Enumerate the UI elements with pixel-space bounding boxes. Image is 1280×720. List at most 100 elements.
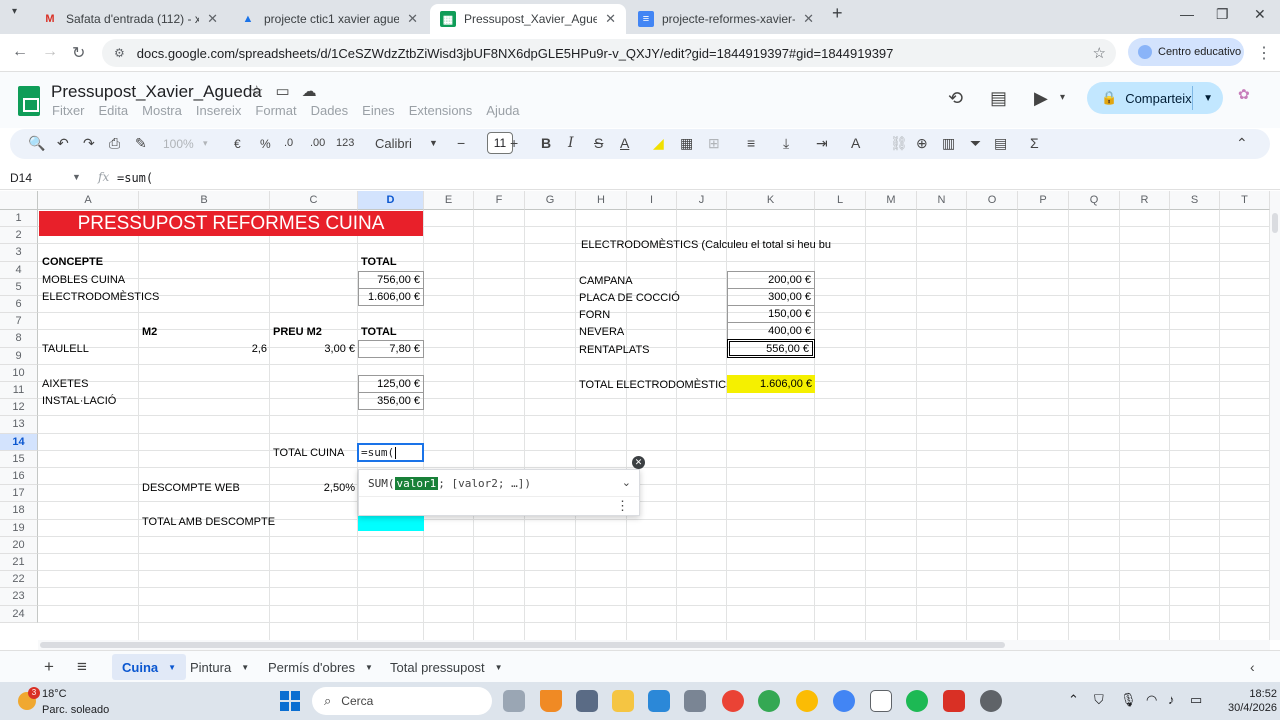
column-header-K[interactable]: K (727, 191, 815, 210)
menu-format[interactable]: Format (255, 103, 296, 118)
library-app-icon[interactable] (576, 690, 598, 712)
column-header-N[interactable]: N (917, 191, 967, 210)
profile-button[interactable]: Centro educativo (1128, 38, 1244, 66)
microphone-icon[interactable]: 🎙 (1120, 692, 1137, 708)
spreadsheet-grid[interactable]: ABCDEFGHIJKLMNOPQRST 1 2 3 4 5 6 7 8 9 10 11 12 13 14… (0, 191, 1270, 640)
back-icon[interactable]: ← (12, 43, 28, 61)
sheets-logo-icon[interactable] (18, 86, 40, 116)
column-header-O[interactable]: O (967, 191, 1018, 210)
acrobat-icon[interactable] (943, 690, 965, 712)
chrome-alt-icon[interactable] (796, 690, 818, 712)
explore-collapse-icon[interactable]: ‹ (1250, 659, 1255, 675)
fill-color-icon[interactable]: ◢ (653, 135, 664, 152)
more-formats-button[interactable]: 123 (336, 137, 354, 149)
column-header-A[interactable]: A (38, 191, 139, 210)
vertical-align-icon[interactable]: ⤓ (783, 135, 789, 152)
sheet-tab-caret-icon[interactable]: ▼ (365, 663, 373, 672)
version-history-icon[interactable]: ⟲ (948, 88, 963, 109)
font-caret-icon[interactable]: ▼ (429, 138, 438, 148)
row-header-15[interactable]: 15 (0, 450, 38, 468)
sheet-tab-caret-icon[interactable]: ▼ (495, 663, 503, 672)
font-size-decrease-icon[interactable]: − (457, 135, 465, 151)
taskbar-search[interactable]: ⌕ Cerca (312, 687, 492, 715)
select-all-corner[interactable] (0, 191, 38, 210)
text-wrap-icon[interactable]: ⇥ (816, 135, 828, 152)
more-options-icon[interactable]: ⋮ (616, 498, 629, 514)
search-menus-icon[interactable]: 🔍 (28, 135, 45, 152)
row-header-21[interactable]: 21 (0, 554, 38, 572)
row-header-1[interactable]: 1 (0, 210, 38, 228)
row-header-7[interactable]: 7 (0, 313, 38, 331)
print-icon[interactable]: ⎙ (109, 135, 120, 152)
column-header-E[interactable]: E (424, 191, 474, 210)
cell-C8[interactable]: 3,00 € (270, 340, 358, 357)
share-button[interactable]: 🔒 Comparteix ▼ (1087, 82, 1223, 114)
name-box-caret-icon[interactable]: ▼ (72, 172, 81, 182)
star-icon[interactable]: ☆ (250, 83, 275, 100)
cell-K5[interactable]: 300,00 € (727, 288, 815, 306)
menu-insert[interactable]: Insereix (196, 103, 242, 118)
close-tab-icon[interactable]: ✕ (803, 11, 814, 27)
cell-K8[interactable]: 556,00 € (727, 339, 815, 358)
row-header-3[interactable]: 3 (0, 244, 38, 262)
row-header-22[interactable]: 22 (0, 571, 38, 589)
row-header-18[interactable]: 18 (0, 502, 38, 520)
horizontal-scroll-thumb[interactable] (40, 642, 1005, 648)
sheet-tab-pintura[interactable]: Pintura ▼ (180, 654, 259, 680)
row-header-9[interactable]: 9 (0, 347, 38, 365)
horizontal-scrollbar[interactable] (38, 640, 1270, 650)
filter-views-icon[interactable]: ▤ (994, 135, 1007, 152)
spotify-icon[interactable] (906, 690, 928, 712)
bookmark-star-icon[interactable]: ☆ (1093, 44, 1106, 62)
filter-icon[interactable]: ⏷ (970, 135, 981, 152)
column-header-M[interactable]: M (866, 191, 917, 210)
cell-D18[interactable] (358, 514, 424, 531)
cell-K10[interactable]: 1.606,00 € (727, 375, 815, 393)
file-explorer-icon[interactable] (612, 690, 634, 712)
app-icon[interactable] (684, 690, 706, 712)
functions-icon[interactable]: Σ (1030, 135, 1039, 151)
url-bar[interactable]: ⚙ docs.google.com/spreadsheets/d/1CeSZWd… (102, 39, 1116, 67)
insert-link-icon[interactable]: ⛓ (890, 135, 908, 152)
cell-A8[interactable]: TAULELL (39, 340, 92, 357)
increase-decimal-button[interactable]: .00 (310, 137, 325, 149)
cell-D5[interactable]: 1.606,00 € (358, 288, 424, 306)
zoom-caret-icon[interactable]: ▾ (203, 138, 208, 149)
column-header-J[interactable]: J (677, 191, 727, 210)
forward-icon[interactable]: → (42, 43, 58, 61)
new-tab-icon[interactable]: + (832, 3, 843, 24)
comments-icon[interactable]: ▤ (990, 88, 1007, 109)
chrome-active-icon[interactable] (833, 690, 855, 712)
row-header-12[interactable]: 12 (0, 399, 38, 417)
tray-overflow-icon[interactable]: ⌃ (1068, 692, 1079, 708)
collapse-toolbar-icon[interactable]: ⌃ (1236, 135, 1248, 152)
cell-H4[interactable]: CAMPANA (576, 272, 636, 289)
cell-A3[interactable]: CONCEPTE (39, 253, 106, 270)
share-dropdown-icon[interactable]: ▼ (1203, 93, 1213, 104)
cell-D7[interactable]: TOTAL (358, 323, 400, 340)
cell-H2[interactable]: ELECTRODOMÈSTICS (Calculeu el total si h… (578, 236, 834, 253)
menu-extensions[interactable]: Extensions (409, 103, 473, 118)
menu-data[interactable]: Dades (311, 103, 349, 118)
row-header-17[interactable]: 17 (0, 485, 38, 503)
browser-tab-gmail[interactable]: M Safata d'entrada (112) - xague ✕ (32, 4, 228, 34)
task-view-icon[interactable] (503, 690, 525, 712)
menu-edit[interactable]: Edita (99, 103, 129, 118)
row-header-11[interactable]: 11 (0, 382, 38, 400)
chrome-profile-icon[interactable] (758, 690, 780, 712)
close-tab-icon[interactable]: ✕ (407, 11, 418, 27)
meet-caret-icon[interactable]: ▾ (1060, 92, 1065, 103)
move-folder-icon[interactable]: ▭ (275, 83, 301, 100)
sheet-tab-caret-icon[interactable]: ▼ (241, 663, 249, 672)
row-header-23[interactable]: 23 (0, 588, 38, 606)
column-header-I[interactable]: I (627, 191, 677, 210)
menu-tools[interactable]: Eines (362, 103, 395, 118)
cell-D11[interactable]: 356,00 € (358, 392, 424, 410)
formula-input[interactable]: =sum( (117, 171, 153, 185)
name-box[interactable]: D14 (10, 171, 32, 185)
row-header-4[interactable]: 4 (0, 261, 38, 279)
cell-A4[interactable]: MOBLES CUINA (39, 271, 128, 288)
store-icon[interactable] (648, 690, 670, 712)
minimize-icon[interactable]: — (1180, 6, 1194, 22)
cell-D3[interactable]: TOTAL (358, 253, 400, 270)
